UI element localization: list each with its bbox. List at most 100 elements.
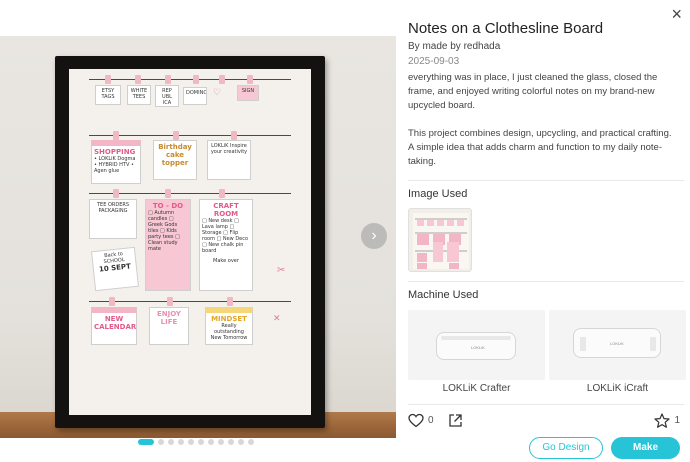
- machine-side: [580, 337, 586, 351]
- carousel-dot[interactable]: [138, 439, 154, 445]
- favorite-group: 1: [654, 413, 680, 428]
- clothespin: [135, 75, 141, 84]
- carousel-dot[interactable]: [188, 439, 194, 445]
- star-icon[interactable]: [654, 413, 671, 428]
- note-heading: MINDSET: [211, 315, 247, 323]
- note-heading: Birthday cake topper: [158, 143, 192, 167]
- clothesline: [89, 135, 291, 136]
- clothespin: [165, 189, 171, 198]
- note-text: □ New desk □ Lava lamp □ Storage □ Flip …: [202, 218, 249, 254]
- note-heading: ENJOY LIFE: [156, 310, 181, 326]
- note-card: SIGN: [237, 85, 259, 101]
- clothespin: [165, 75, 171, 84]
- note-card: ENJOY LIFE: [149, 307, 189, 345]
- tape-doodle-icon: ✕: [273, 313, 281, 323]
- machine-used-heading: Machine Used: [408, 289, 479, 301]
- action-bar: 0: [408, 413, 463, 428]
- machine-lid: [441, 336, 511, 340]
- note-card: MINDSET Really outstanding New Tomorrow: [205, 307, 253, 345]
- carousel-dot[interactable]: [198, 439, 204, 445]
- project-title: Notes on a Clothesline Board: [408, 20, 604, 37]
- note-heading: NEW CALENDAR: [94, 315, 137, 331]
- image-gallery: ETSY TAGS WHITE TEES REP UBL ICA DOMINO …: [0, 0, 396, 462]
- heart-doodle-icon: ♡: [213, 87, 222, 97]
- image-used-heading: Image Used: [408, 188, 468, 200]
- carousel-dot[interactable]: [178, 439, 184, 445]
- carousel-dot[interactable]: [168, 439, 174, 445]
- tape-doodle-icon: ✂: [277, 265, 286, 276]
- close-button[interactable]: ×: [671, 4, 682, 25]
- clothespin: [219, 75, 225, 84]
- note-card: TEE ORDERS PACKAGING: [89, 199, 137, 239]
- share-icon[interactable]: [448, 413, 463, 428]
- like-count: 0: [428, 415, 434, 426]
- machine-brand: LOKLiK: [471, 345, 485, 350]
- divider: [408, 281, 684, 282]
- carousel-dot[interactable]: [238, 439, 244, 445]
- note-card: SHOPPING • LOKLiK Dogma • HYBRID HTV • A…: [91, 140, 141, 184]
- note-text: □ Autumn candles □ Greek Gods tiles □ Ki…: [148, 210, 180, 252]
- clothespin: [113, 131, 119, 140]
- carousel-dot[interactable]: [248, 439, 254, 445]
- carousel-dot[interactable]: [158, 439, 164, 445]
- note-card: NEW CALENDAR: [91, 307, 137, 345]
- project-author[interactable]: By made by redhada: [408, 41, 500, 52]
- clothesline: [89, 193, 291, 194]
- divider: [408, 404, 684, 405]
- project-date: 2025-09-03: [408, 56, 460, 67]
- image-used-thumbnail[interactable]: [408, 208, 472, 272]
- next-image-button[interactable]: ›: [361, 223, 387, 249]
- board-mat: ETSY TAGS WHITE TEES REP UBL ICA DOMINO …: [69, 69, 311, 415]
- machine-card-icraft[interactable]: LOKLiK: [549, 310, 686, 380]
- carousel-dot[interactable]: [218, 439, 224, 445]
- carousel-indicator: [138, 438, 254, 446]
- clothespin: [193, 75, 199, 84]
- note-card: CRAFT ROOM □ New desk □ Lava lamp □ Stor…: [199, 199, 253, 291]
- picture-frame: ETSY TAGS WHITE TEES REP UBL ICA DOMINO …: [55, 56, 325, 428]
- thumbnail-image: [413, 213, 469, 269]
- carousel-dot[interactable]: [228, 439, 234, 445]
- note-heading: TO - DO: [152, 202, 184, 210]
- project-details-panel: × Notes on a Clothesline Board By made b…: [396, 0, 690, 462]
- clothespin: [109, 297, 115, 306]
- favorite-count: 1: [674, 415, 680, 426]
- clothespin: [231, 131, 237, 140]
- note-card: TO - DO □ Autumn candles □ Greek Gods ti…: [145, 199, 191, 291]
- carousel-dot[interactable]: [208, 439, 214, 445]
- note-card: DOMINO: [183, 87, 207, 105]
- machine-brand: LOKLiK: [610, 341, 624, 346]
- note-card: Birthday cake topper: [153, 140, 197, 180]
- project-description: everything was in place, I just cleaned …: [408, 71, 676, 169]
- make-button[interactable]: Make: [611, 437, 680, 459]
- note-text: • LOKLiK Dogma • HYBRID HTV • Agen glue: [94, 156, 136, 174]
- clothespin: [247, 75, 253, 84]
- machine-label: LOKLiK iCraft: [586, 383, 649, 394]
- clothespin: [219, 189, 225, 198]
- note-heading: CRAFT ROOM: [213, 202, 239, 218]
- note-card: REP UBL ICA: [155, 85, 179, 107]
- divider: [408, 180, 684, 181]
- heart-icon[interactable]: [408, 413, 424, 428]
- machine-card-crafter[interactable]: LOKLiK: [408, 310, 545, 380]
- machine-side: [650, 337, 656, 351]
- machine-label: LOKLiK Crafter: [442, 383, 511, 394]
- clothespin: [105, 75, 111, 84]
- clothespin: [167, 297, 173, 306]
- note-card: LOKLiK Inspire your creativity: [207, 140, 251, 180]
- clothesline: [89, 301, 291, 302]
- note-heading: SHOPPING: [94, 148, 136, 156]
- note-text: Make over: [213, 258, 239, 264]
- note-text: Really outstanding New Tomorrow: [210, 323, 248, 341]
- note-card: ETSY TAGS: [95, 85, 121, 105]
- note-card: Back to SCHOOL 10 SEPT: [91, 246, 139, 292]
- clothesline: [89, 79, 291, 80]
- close-icon: ×: [671, 4, 682, 24]
- chevron-right-icon: ›: [371, 227, 377, 244]
- description-paragraph: This project combines design, upcycling,…: [408, 128, 672, 167]
- clothespin: [173, 131, 179, 140]
- project-photo: ETSY TAGS WHITE TEES REP UBL ICA DOMINO …: [0, 36, 396, 438]
- machine-image: LOKLiK: [573, 328, 661, 358]
- note-card: WHITE TEES: [127, 85, 151, 105]
- go-design-button[interactable]: Go Design: [529, 437, 603, 459]
- machine-image: LOKLiK: [436, 332, 516, 360]
